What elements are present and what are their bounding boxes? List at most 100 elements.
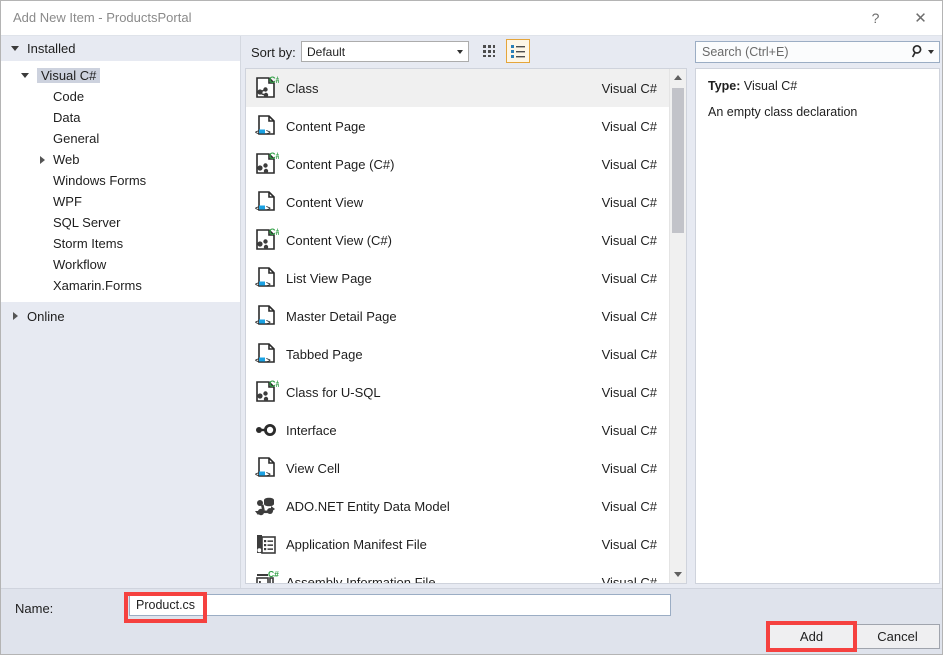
detail-description: An empty class declaration bbox=[708, 105, 858, 119]
cancel-button[interactable]: Cancel bbox=[855, 624, 940, 649]
xaml-page-icon: < > bbox=[246, 341, 286, 367]
list-item-name: View Cell bbox=[286, 460, 340, 476]
list-item[interactable]: ADO.NET Entity Data Model Visual C# bbox=[246, 487, 669, 525]
tree-item-label: WPF bbox=[53, 194, 82, 209]
add-button[interactable]: Add bbox=[769, 624, 854, 649]
list-item[interactable]: < > Tabbed Page Visual C# bbox=[246, 335, 669, 373]
scroll-down-icon[interactable] bbox=[670, 566, 686, 583]
detail-type-key: Type: bbox=[708, 79, 741, 93]
list-item-name: Tabbed Page bbox=[286, 346, 363, 362]
xaml-page-icon: < > bbox=[246, 303, 286, 329]
svg-text:C#: C# bbox=[269, 75, 279, 85]
svg-text:C#: C# bbox=[268, 569, 279, 579]
tree-item-code[interactable]: Code bbox=[1, 86, 240, 107]
list-item[interactable]: < > Master Detail Page Visual C# bbox=[246, 297, 669, 335]
close-button[interactable]: ✕ bbox=[898, 1, 942, 35]
dialog-title: Add New Item - ProductsPortal bbox=[13, 10, 192, 25]
question-mark-icon: ? bbox=[871, 10, 880, 26]
tree-item-label: Web bbox=[53, 152, 80, 167]
item-template-list: C# Class Visual C# <> bbox=[245, 68, 687, 584]
list-item-name: Content View bbox=[286, 194, 364, 210]
chevron-right-icon bbox=[13, 312, 18, 320]
list-item[interactable]: < > Content View Visual C# bbox=[246, 183, 669, 221]
list-item[interactable]: C# Assembly Information File Visual C# bbox=[246, 563, 669, 583]
name-input-value: Product.cs bbox=[136, 598, 196, 612]
list-item-lang: Visual C# bbox=[601, 156, 657, 172]
list-item-lang: Visual C# bbox=[601, 384, 657, 400]
csharp-class-icon: C# bbox=[246, 227, 286, 253]
list-item-name: Class bbox=[286, 80, 319, 96]
list-item[interactable]: < > View Cell Visual C# bbox=[246, 449, 669, 487]
name-input[interactable]: Product.cs bbox=[129, 594, 671, 616]
tree-item-windows-forms[interactable]: Windows Forms bbox=[1, 170, 240, 191]
list-scrollbar[interactable] bbox=[669, 69, 686, 583]
list-item-lang: Visual C# bbox=[601, 194, 657, 210]
tree-item-general[interactable]: General bbox=[1, 128, 240, 149]
scrollbar-thumb[interactable] bbox=[672, 88, 684, 233]
list-item-name: ADO.NET Entity Data Model bbox=[286, 498, 450, 514]
sort-by-label: Sort by: bbox=[251, 45, 296, 60]
name-label: Name: bbox=[15, 601, 54, 616]
chevron-right-icon bbox=[39, 155, 45, 164]
search-icon[interactable] bbox=[911, 44, 934, 59]
close-icon: ✕ bbox=[914, 9, 927, 27]
tree-item-label: Visual C# bbox=[37, 68, 101, 83]
svg-text:C#: C# bbox=[269, 227, 279, 237]
svg-text:C#: C# bbox=[269, 151, 279, 161]
list-item-name: List View Page bbox=[286, 270, 372, 286]
svg-text:>: > bbox=[266, 280, 271, 289]
tree-item-web[interactable]: Web bbox=[1, 149, 240, 170]
list-item[interactable]: < > List View Page Visual C# bbox=[246, 259, 669, 297]
list-item[interactable]: Application Manifest File Visual C# bbox=[246, 525, 669, 563]
svg-text:>: > bbox=[266, 356, 271, 365]
chevron-right-icon-wrap[interactable] bbox=[35, 155, 49, 164]
scroll-up-icon[interactable] bbox=[670, 69, 686, 86]
list-item[interactable]: C# Content Page (C#) Visual C# bbox=[246, 145, 669, 183]
tree-item-sql-server[interactable]: SQL Server bbox=[1, 212, 240, 233]
tree-item-workflow[interactable]: Workflow bbox=[1, 254, 240, 275]
tree-item-storm-items[interactable]: Storm Items bbox=[1, 233, 240, 254]
interface-icon bbox=[246, 417, 286, 443]
xaml-page-icon: < > bbox=[246, 113, 286, 139]
chevron-down-icon[interactable] bbox=[451, 42, 468, 61]
csharp-class-icon: C# bbox=[246, 379, 286, 405]
list-item[interactable]: < > Content Page Visual C# bbox=[246, 107, 669, 145]
list-item[interactable]: C# Class Visual C# bbox=[246, 69, 669, 107]
svg-text:>: > bbox=[266, 128, 271, 137]
tree-item-wpf[interactable]: WPF bbox=[1, 191, 240, 212]
sidebar-group-label: Online bbox=[27, 308, 65, 324]
list-item[interactable]: C# Class for U-SQL Visual C# bbox=[246, 373, 669, 411]
sort-by-dropdown[interactable]: Default bbox=[301, 41, 469, 62]
search-input[interactable]: Search (Ctrl+E) bbox=[695, 41, 940, 63]
list-item-name: Master Detail Page bbox=[286, 308, 397, 324]
list-view-button[interactable] bbox=[506, 39, 530, 63]
title-bar: Add New Item - ProductsPortal ? ✕ bbox=[1, 1, 942, 36]
list-item-name: Content Page (C#) bbox=[286, 156, 395, 172]
sidebar-group-installed[interactable]: Installed bbox=[1, 36, 240, 60]
sidebar: Installed Visual C# Code Data General We… bbox=[1, 36, 241, 588]
help-button[interactable]: ? bbox=[853, 1, 898, 35]
xaml-page-icon: < > bbox=[246, 455, 286, 481]
list-item-name: Class for U-SQL bbox=[286, 384, 381, 400]
list-item-lang: Visual C# bbox=[601, 346, 657, 362]
list-item[interactable]: Interface Visual C# bbox=[246, 411, 669, 449]
search-options-chevron-icon[interactable] bbox=[928, 49, 934, 54]
list-item[interactable]: C# Content View (C#) Visual C# bbox=[246, 221, 669, 259]
tree-item-xamarin-forms[interactable]: Xamarin.Forms bbox=[1, 275, 240, 296]
tree-item-data[interactable]: Data bbox=[1, 107, 240, 128]
sidebar-group-online[interactable]: Online bbox=[1, 303, 240, 329]
list-item-name: Content Page bbox=[286, 118, 366, 134]
item-template-rows: C# Class Visual C# <> bbox=[246, 69, 669, 583]
list-item-lang: Visual C# bbox=[601, 308, 657, 324]
add-new-item-dialog: Add New Item - ProductsPortal ? ✕ Instal… bbox=[0, 0, 943, 655]
tree-item-label: Windows Forms bbox=[53, 173, 147, 188]
sidebar-group-label: Installed bbox=[27, 40, 76, 56]
svg-text:>: > bbox=[266, 204, 271, 213]
category-tree: Visual C# Code Data General Web Windows … bbox=[1, 60, 240, 303]
detail-type-value: Visual C# bbox=[743, 79, 798, 93]
tree-item-visual-csharp[interactable]: Visual C# bbox=[1, 65, 240, 86]
list-item-lang: Visual C# bbox=[601, 422, 657, 438]
list-item-lang: Visual C# bbox=[601, 460, 657, 476]
tiles-view-button[interactable] bbox=[477, 39, 501, 63]
tree-item-label: Workflow bbox=[53, 257, 107, 272]
